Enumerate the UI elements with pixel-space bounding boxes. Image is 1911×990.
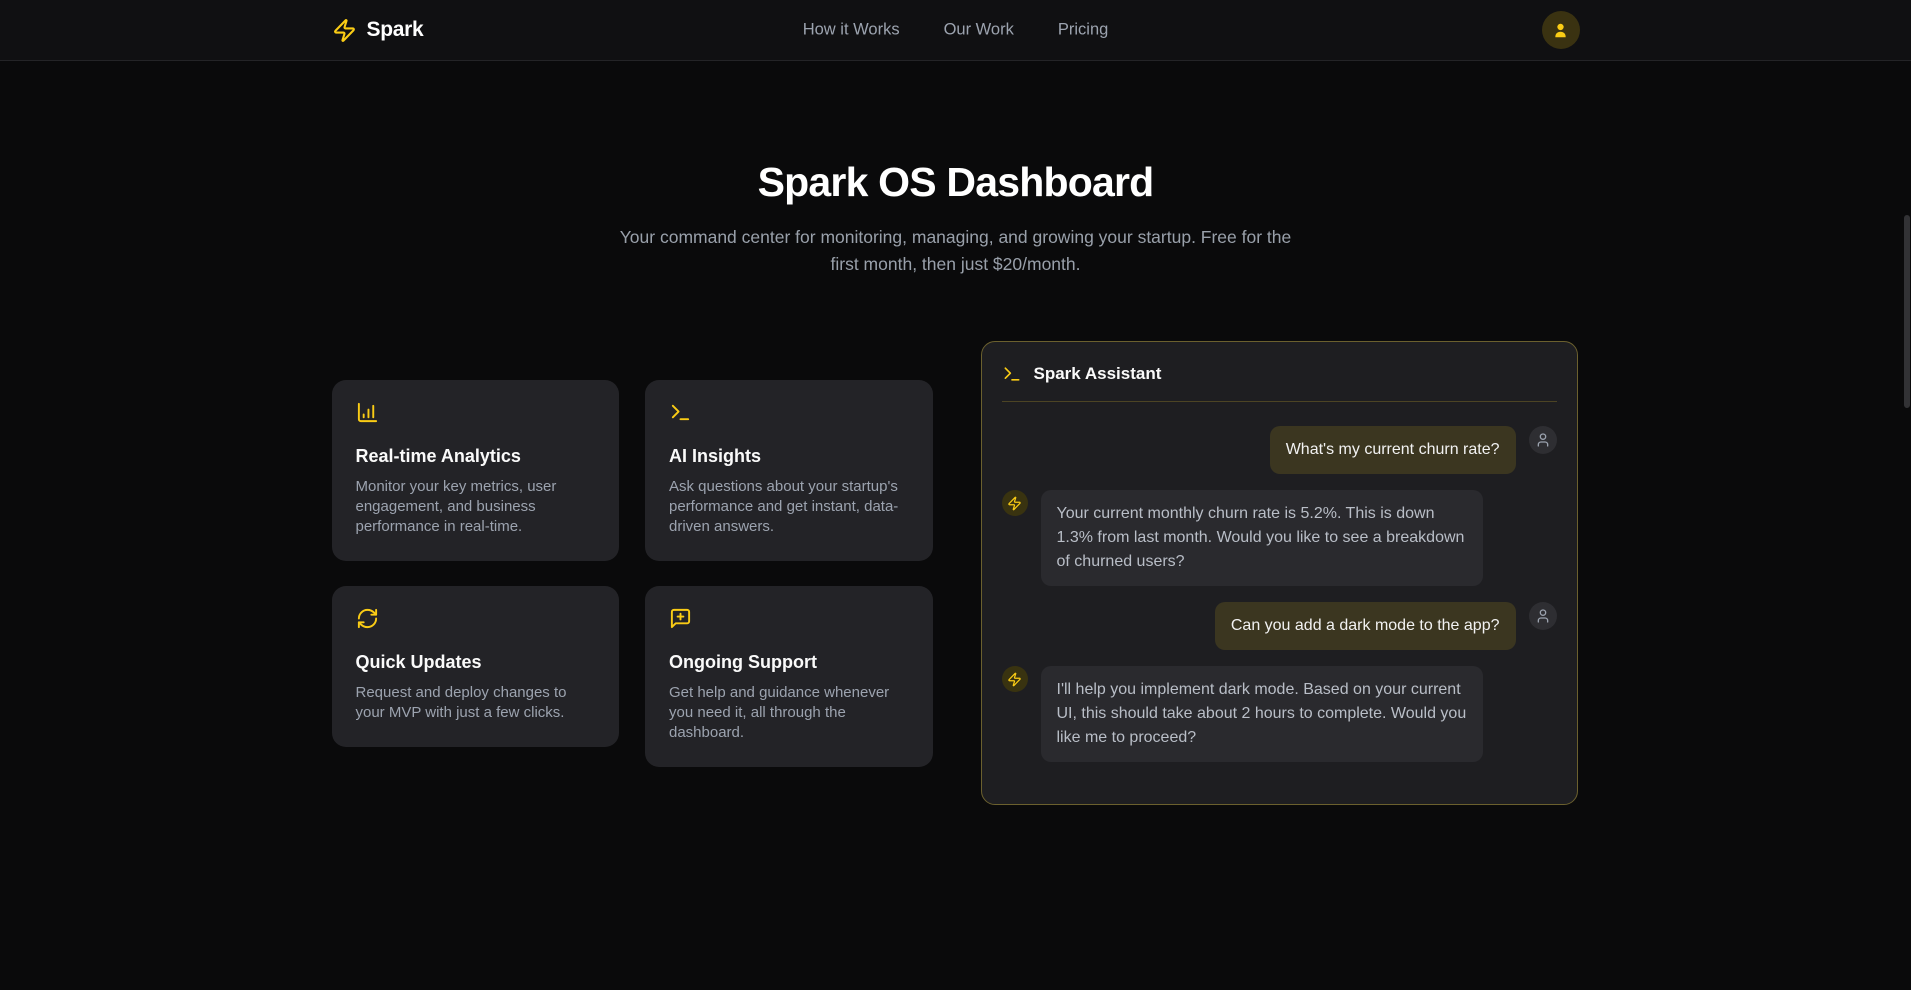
assistant-message-bubble: Your current monthly churn rate is 5.2%.… [1041,490,1483,586]
feature-card-realtime-analytics: Real-time Analytics Monitor your key met… [332,380,620,561]
feature-card-ai-insights: AI Insights Ask questions about your sta… [645,380,933,561]
assistant-avatar [1002,666,1028,692]
assistant-message-bubble: I'll help you implement dark mode. Based… [1041,666,1483,762]
zap-icon [332,18,357,43]
account-avatar-button[interactable] [1542,11,1580,49]
feature-card-title: Real-time Analytics [356,446,596,467]
spark-assistant-panel: Spark Assistant What's my current churn … [981,341,1578,805]
page-title: Spark OS Dashboard [0,158,1911,206]
main-nav: How it Works Our Work Pricing [803,21,1109,40]
user-avatar [1529,426,1557,454]
chat-message-user: What's my current churn rate? [1002,426,1557,474]
feature-card-description: Request and deploy changes to your MVP w… [356,683,596,723]
feature-card-quick-updates: Quick Updates Request and deploy changes… [332,586,620,747]
top-navbar: Spark How it Works Our Work Pricing [0,0,1911,61]
feature-card-ongoing-support: Ongoing Support Get help and guidance wh… [645,586,933,767]
feature-card-description: Ask questions about your startup's perfo… [669,477,909,537]
feature-card-grid: Real-time Analytics Monitor your key met… [332,380,933,767]
brand-logo[interactable]: Spark [332,18,424,43]
assistant-panel-header: Spark Assistant [982,342,1577,401]
feature-card-description: Get help and guidance whenever you need … [669,683,909,743]
user-icon [1551,21,1570,40]
page-subtitle: Your command center for monitoring, mana… [606,224,1306,278]
page-scrollbar-thumb[interactable] [1904,215,1910,408]
nav-link-how-it-works[interactable]: How it Works [803,21,900,40]
assistant-panel-title: Spark Assistant [1034,364,1162,384]
chat-message-list: What's my current churn rate? Your curre… [982,402,1577,786]
terminal-icon [669,401,692,424]
message-square-plus-icon [669,607,692,630]
main-content: Real-time Analytics Monitor your key met… [332,341,1580,805]
user-icon [1535,608,1551,624]
nav-link-our-work[interactable]: Our Work [944,21,1014,40]
refresh-icon [356,607,379,630]
chat-message-assistant: Your current monthly churn rate is 5.2%.… [1002,490,1557,586]
feature-card-title: Quick Updates [356,652,596,673]
brand-name: Spark [367,18,424,42]
zap-icon [1007,672,1022,687]
user-avatar [1529,602,1557,630]
assistant-avatar [1002,490,1028,516]
user-message-bubble: What's my current churn rate? [1270,426,1516,474]
bar-chart-icon [356,401,379,424]
nav-link-pricing[interactable]: Pricing [1058,21,1108,40]
feature-card-title: AI Insights [669,446,909,467]
feature-card-title: Ongoing Support [669,652,909,673]
user-icon [1535,432,1551,448]
chat-message-user: Can you add a dark mode to the app? [1002,602,1557,650]
zap-icon [1007,496,1022,511]
hero-section: Spark OS Dashboard Your command center f… [0,61,1911,278]
chat-message-assistant: I'll help you implement dark mode. Based… [1002,666,1557,762]
terminal-icon [1002,364,1022,384]
user-message-bubble: Can you add a dark mode to the app? [1215,602,1516,650]
feature-card-description: Monitor your key metrics, user engagemen… [356,477,596,537]
